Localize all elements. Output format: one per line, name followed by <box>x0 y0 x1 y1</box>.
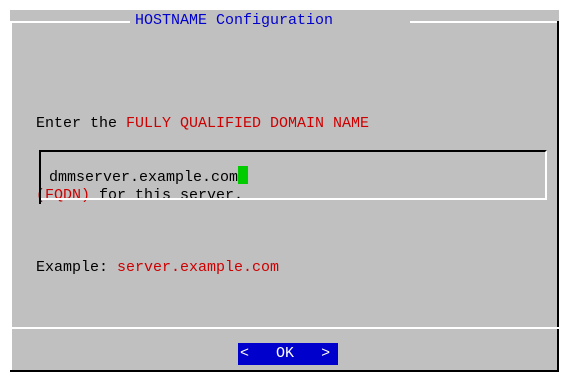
hostname-input-value-wrapper: dmmserver.example.com <box>49 166 249 188</box>
example-label: Example: <box>36 259 118 276</box>
ok-button-label: OK <box>276 345 295 362</box>
dialog-frame-top-right <box>410 21 559 23</box>
text-cursor <box>238 166 249 184</box>
dialog-frame-right <box>557 21 559 372</box>
button-area-separator <box>10 327 559 329</box>
ok-right-bracket: > <box>321 345 331 362</box>
ok-left-bracket: < <box>240 345 250 362</box>
hostname-input-value: dmmserver.example.com <box>49 169 239 186</box>
prompt-line-3: Example: server.example.com <box>36 256 369 280</box>
input-frame-tick <box>39 198 41 204</box>
prompt-line-1: Enter the FULLY QUALIFIED DOMAIN NAME <box>36 112 369 136</box>
dialog-title: HOSTNAME Configuration <box>135 12 334 29</box>
prompt-line-1-prefix: Enter the <box>36 115 127 132</box>
example-value: server.example.com <box>117 259 280 276</box>
hostname-input[interactable]: dmmserver.example.com <box>39 150 547 200</box>
dialog-frame-top-left <box>10 21 130 23</box>
hostname-dialog: HOSTNAME Configuration Enter the FULLY Q… <box>10 10 559 372</box>
dialog-frame-left <box>10 21 12 372</box>
dialog-frame-bottom <box>10 370 559 372</box>
prompt-fqdn-highlight: FULLY QUALIFIED DOMAIN NAME <box>126 115 370 132</box>
ok-button[interactable]: < OK > <box>238 343 338 365</box>
